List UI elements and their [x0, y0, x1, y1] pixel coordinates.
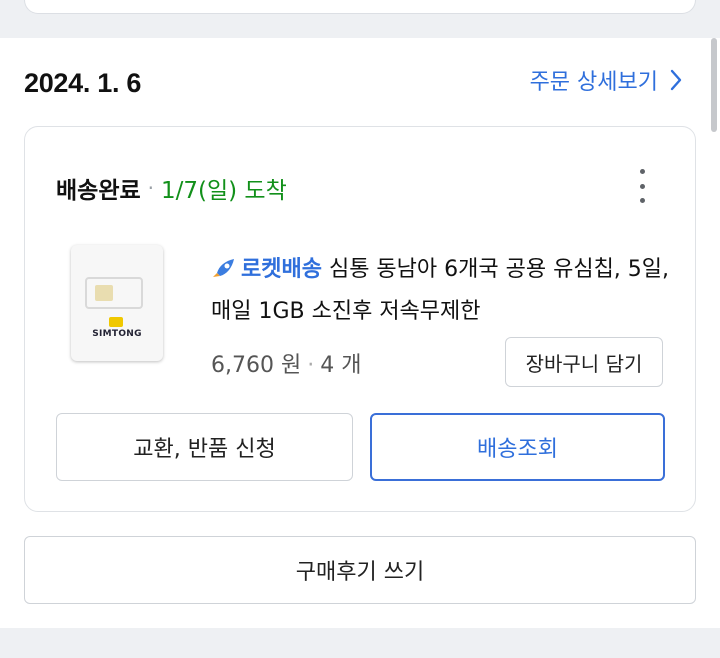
price-separator: · [307, 353, 315, 378]
price-row: 6,760 원 · 4 개 [211, 347, 361, 379]
more-vertical-icon[interactable] [637, 169, 647, 203]
thumbnail-brand: SIMTONG [92, 329, 142, 339]
order-detail-label: 주문 상세보기 [529, 70, 658, 95]
order-date: 2024. 1. 6 [24, 68, 142, 98]
status-separator: · [147, 176, 154, 200]
product-title[interactable]: 로켓배송 심통 동남아 6개국 공용 유심칩, 5일, 매일 1GB 소진후 저… [211, 249, 671, 333]
product-price: 6,760 원 [211, 353, 302, 378]
sim-chip [95, 285, 113, 301]
arrival-date: 1/7(일) 도착 [161, 178, 287, 204]
status-label: 배송완료 [56, 178, 141, 204]
rocket-delivery-badge: 로켓배송 [241, 257, 322, 282]
exchange-return-button[interactable]: 교환, 반품 신청 [56, 413, 353, 481]
delivery-status: 배송완료 · 1/7(일) 도착 [56, 171, 287, 205]
scrollbar[interactable] [711, 38, 717, 132]
order-section: 2024. 1. 6 주문 상세보기 배송완료 · 1/7(일) 도착 SIMT… [0, 38, 720, 628]
product-quantity: 4 개 [320, 353, 362, 378]
logo-mark [109, 317, 123, 327]
sim-card-outline [85, 277, 143, 309]
write-review-button[interactable]: 구매후기 쓰기 [24, 536, 696, 604]
order-detail-link[interactable]: 주문 상세보기 [530, 64, 682, 96]
rocket-icon [213, 259, 234, 277]
previous-order-card [24, 0, 696, 14]
chevron-right-icon [670, 69, 682, 91]
product-thumbnail[interactable]: SIMTONG [71, 245, 163, 361]
order-card: 배송완료 · 1/7(일) 도착 SIMTONG 로켓배송 심통 동남아 6개국… [24, 126, 696, 512]
add-to-cart-button[interactable]: 장바구니 담기 [505, 337, 663, 387]
track-delivery-button[interactable]: 배송조회 [370, 413, 665, 481]
